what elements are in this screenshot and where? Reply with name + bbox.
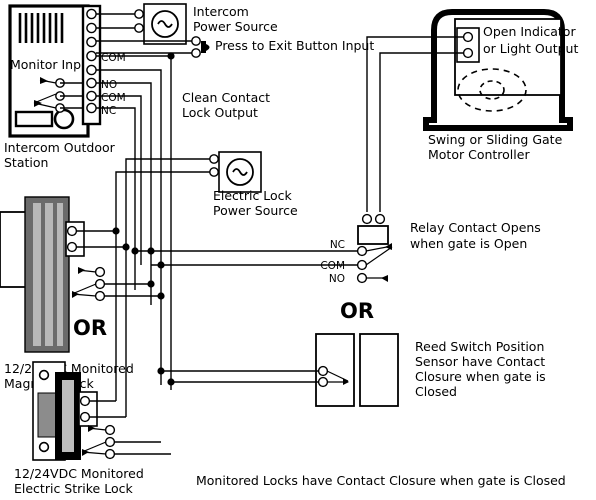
- junction-dot-3: [147, 247, 155, 255]
- strike-screw-hole-1: [38, 369, 50, 381]
- exit-terminal-2[interactable]: [191, 48, 201, 58]
- intercom-power-source: [96, 3, 187, 45]
- intercom-terminal-strip: [81, 4, 102, 126]
- terminal-7-com[interactable]: [86, 90, 97, 102]
- reed-switch-sensor: [315, 333, 399, 407]
- terminal-label-no: NO: [101, 79, 117, 91]
- intercom-caption-2: Station: [4, 155, 48, 170]
- intercom-power-caption-2: Power Source: [193, 19, 278, 34]
- press-to-exit-label: Press to Exit Button Input: [215, 38, 374, 53]
- junction-dot-9: [112, 227, 120, 235]
- relay-terminal-no[interactable]: [356, 272, 368, 284]
- intercom-power-caption-1: Intercom: [193, 4, 249, 19]
- electric-lock-power-caption-2: Power Source: [213, 203, 298, 218]
- terminal-4-com[interactable]: [86, 50, 97, 62]
- junction-dot-8: [167, 378, 175, 386]
- strike-plunger: [62, 380, 74, 452]
- junction-dot-5: [147, 280, 155, 288]
- electric-lock-power-source: [209, 151, 262, 193]
- junction-dot-10: [122, 243, 130, 251]
- wiring-diagram-canvas: Monitor Input COM NO COM NC Intercom Pow…: [0, 3, 578, 496]
- reed-caption-2: Sensor have Contact: [415, 354, 545, 369]
- terminal-8-nc[interactable]: [86, 102, 97, 114]
- controller-terminal-1[interactable]: [462, 31, 474, 43]
- power-terminal-2[interactable]: [134, 23, 144, 33]
- reed-caption-1: Reed Switch Position: [415, 339, 544, 354]
- intercom-outdoor-station: Monitor Input: [8, 4, 94, 138]
- relay-coil-terminal-2[interactable]: [374, 213, 386, 225]
- terminal-label-com-bottom: COM: [101, 92, 126, 104]
- monitor-input-label: Monitor Input: [10, 57, 94, 72]
- lock-power-terminal-2[interactable]: [209, 167, 219, 177]
- clean-contact-caption-2: Lock Output: [182, 105, 258, 120]
- relay-coil: [357, 225, 389, 245]
- junction-dot-6: [157, 292, 165, 300]
- terminal-3[interactable]: [86, 36, 97, 48]
- terminal-6-no[interactable]: [86, 77, 97, 89]
- electric-strike-lock: [32, 361, 116, 461]
- strike-monitor-terminal-1[interactable]: [104, 424, 116, 436]
- open-indicator-label-2: or Light Output: [483, 41, 578, 56]
- maglock-terminal-1[interactable]: [66, 225, 78, 237]
- relay-caption-1: Relay Contact Opens: [410, 220, 541, 235]
- junction-dot-4: [157, 261, 165, 269]
- footer-note: Monitored Locks have Contact Closure whe…: [196, 473, 566, 488]
- relay-caption-2: when gate is Open: [410, 236, 527, 251]
- strike-caption-2: Electric Strike Lock: [14, 481, 133, 496]
- relay-label-no: NO: [329, 273, 345, 285]
- lock-power-terminal-1[interactable]: [209, 154, 219, 164]
- gate-controller-caption-1: Swing or Sliding Gate: [428, 132, 563, 147]
- exit-terminal-1[interactable]: [191, 36, 201, 46]
- terminal-1[interactable]: [86, 8, 97, 20]
- or-label-middle: OR: [340, 299, 374, 323]
- reed-terminal-1[interactable]: [317, 365, 329, 377]
- intercom-nameplate: [14, 110, 54, 128]
- terminal-label-nc: NC: [101, 105, 116, 117]
- maglock-monitor-terminal-1[interactable]: [94, 266, 106, 278]
- terminal-5[interactable]: [86, 64, 97, 76]
- strike-monitor-terminal-3[interactable]: [104, 448, 116, 460]
- intercom-call-button[interactable]: [53, 108, 75, 130]
- junction-dot-1: [167, 52, 175, 60]
- push-button-cap-icon: [206, 44, 210, 51]
- strike-terminal-1[interactable]: [79, 395, 91, 407]
- junction-dot-7: [157, 367, 165, 375]
- open-indicator-label-1: Open Indicator: [483, 24, 576, 39]
- reed-caption-3: Closure when gate is: [415, 369, 546, 384]
- maglock-stripe-2: [45, 203, 53, 346]
- electric-lock-power-caption-1: Electric Lock: [213, 188, 293, 203]
- junction-dot-2: [131, 247, 139, 255]
- terminal-2[interactable]: [86, 22, 97, 34]
- maglock-monitor-terminal-2[interactable]: [94, 278, 106, 290]
- maglock-stripe-1: [33, 203, 41, 346]
- or-label-left: OR: [73, 316, 107, 340]
- clean-contact-caption-1: Clean Contact: [182, 90, 270, 105]
- intercom-caption-1: Intercom Outdoor: [4, 140, 116, 155]
- maglock-stripe-3: [57, 203, 63, 346]
- gate-controller-caption-2: Motor Controller: [428, 147, 530, 162]
- relay-terminal-com[interactable]: [356, 259, 368, 271]
- strike-terminal-2[interactable]: [79, 411, 91, 423]
- strike-caption-1: 12/24VDC Monitored: [14, 466, 144, 481]
- reed-magnet-body: [359, 333, 399, 407]
- maglock-terminal-2[interactable]: [66, 241, 78, 253]
- strike-screw-hole-2: [38, 441, 50, 453]
- relay-coil-terminal-1[interactable]: [361, 213, 373, 225]
- reed-caption-4: Closed: [415, 384, 457, 399]
- relay-terminal-nc[interactable]: [356, 245, 368, 257]
- relay-label-com: COM: [320, 260, 345, 272]
- terminal-label-com-top: COM: [101, 52, 126, 64]
- push-button-icon[interactable]: [201, 41, 206, 53]
- relay-label-nc: NC: [330, 239, 345, 251]
- controller-terminal-2[interactable]: [462, 47, 474, 59]
- power-terminal-1[interactable]: [134, 9, 144, 19]
- strike-monitor-terminal-2[interactable]: [104, 436, 116, 448]
- maglock-monitor-terminal-3[interactable]: [94, 290, 106, 302]
- reed-terminal-2[interactable]: [317, 376, 329, 388]
